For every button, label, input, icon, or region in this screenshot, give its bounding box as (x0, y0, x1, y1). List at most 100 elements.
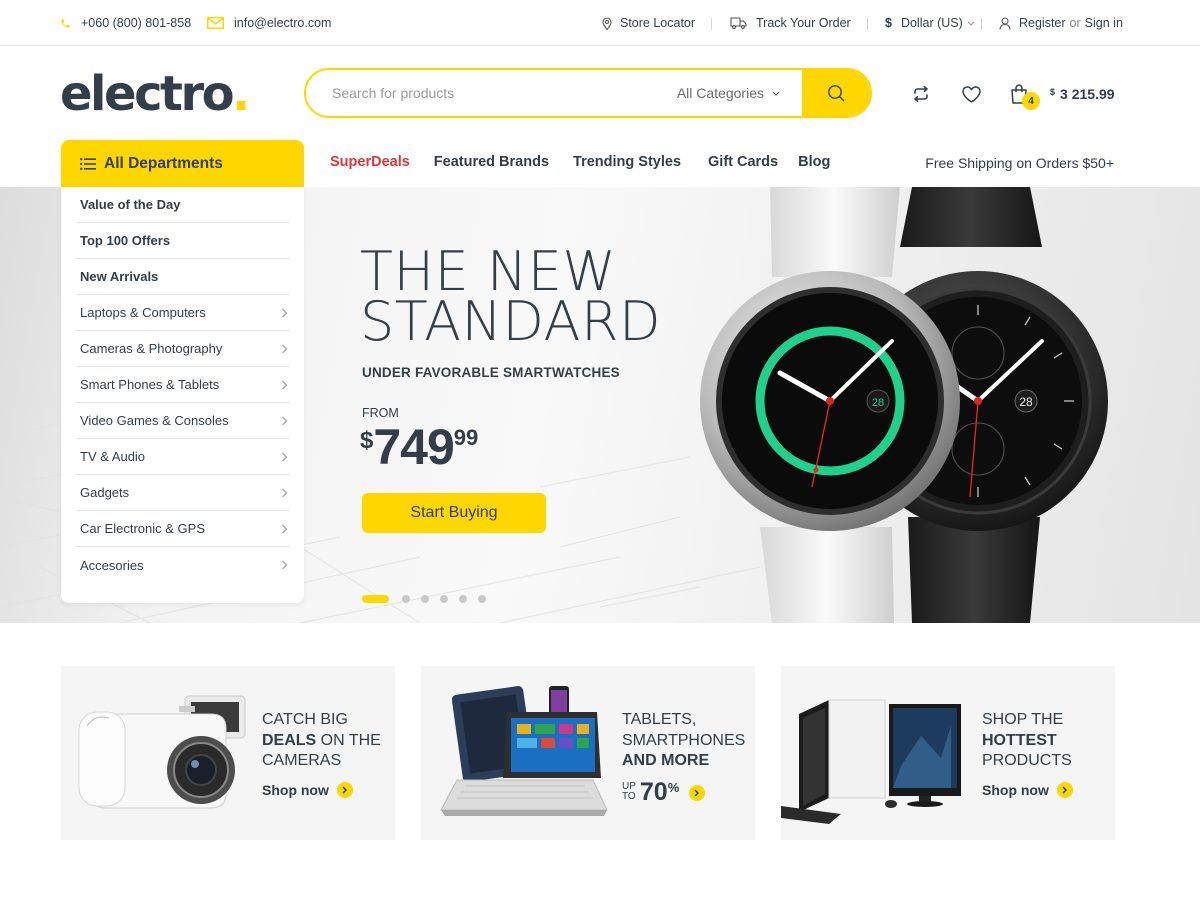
nav-link-blog[interactable]: Blog (798, 154, 830, 170)
divider (867, 18, 868, 30)
chevron-right-icon (282, 560, 288, 570)
chevron-right-icon (282, 380, 288, 389)
department-label: Value of the Day (80, 197, 181, 212)
promo-hottest-highlight: HOTTEST (982, 731, 1057, 749)
nav-link-gift-cards[interactable]: Gift Cards (708, 154, 778, 170)
department-label: Laptops & Computers (80, 305, 206, 320)
nav-link-featured-brands[interactable]: Featured Brands (434, 154, 549, 170)
promo-cameras-line-3: CAMERAS (262, 752, 342, 769)
cart-total[interactable]: $ 3 215.99 (1050, 86, 1115, 102)
logo-dot: . (232, 66, 250, 122)
phone-number: +060 (800) 801-858 (81, 16, 192, 30)
shop-now-label: Shop now (982, 782, 1049, 798)
store-locator-link[interactable]: Store Locator (602, 0, 695, 46)
search-button[interactable] (802, 70, 870, 116)
promo-hottest-line-1: SHOP THE (982, 711, 1064, 728)
department-label: New Arrivals (80, 269, 159, 284)
slider-dot-4[interactable] (440, 595, 448, 603)
shop-now-link[interactable]: Shop now (262, 782, 353, 798)
promo-hottest-text: SHOP THE HOTTEST PRODUCTS (982, 710, 1072, 772)
search-bar: All Categories (304, 68, 872, 118)
sign-in-link[interactable]: Sign in (1085, 16, 1123, 30)
currency-selector[interactable]: $ Dollar (US) (885, 0, 975, 46)
currency-label: Dollar (US) (900, 16, 963, 30)
watch-date-left: 28 (872, 397, 884, 409)
promo-upto-label: UP TO (622, 782, 636, 802)
department-item[interactable]: Accesories (76, 547, 290, 583)
department-item[interactable]: TV & Audio (76, 439, 290, 475)
hero-price-integer: 749 (373, 419, 454, 475)
slider-dots (362, 595, 497, 603)
email-address: info@electro.com (234, 16, 332, 30)
email-contact[interactable]: info@electro.com (207, 0, 331, 46)
departments-menu: Value of the Day Top 100 Offers New Arriva… (61, 187, 304, 603)
register-link[interactable]: Register (1019, 16, 1066, 30)
shop-now-link[interactable]: Shop now (982, 782, 1073, 798)
store-locator-label: Store Locator (620, 16, 696, 30)
chevron-right-icon[interactable] (689, 785, 706, 801)
department-item[interactable]: Cameras & Photography (76, 331, 290, 367)
promo-tablets-highlight: AND MORE (622, 752, 710, 769)
department-item[interactable]: Laptops & Computers (76, 295, 290, 331)
track-order-label: Track Your Order (756, 16, 851, 30)
department-item[interactable]: New Arrivals (76, 259, 290, 295)
site-logo[interactable]: electro. (60, 66, 250, 122)
department-label: Top 100 Offers (80, 233, 171, 248)
compare-button[interactable] (910, 82, 932, 106)
slider-dot-1[interactable] (362, 595, 389, 603)
promo-cameras[interactable]: CATCH BIG DEALS ON THE CAMERAS Shop now (61, 666, 395, 840)
promo-percent-value: 70 (639, 778, 668, 806)
nav-link-superdeals[interactable]: SuperDeals (330, 154, 410, 170)
cart-total-value: 3 215.99 (1060, 86, 1115, 102)
department-item[interactable]: Car Electronic & GPS (76, 511, 290, 547)
department-label: TV & Audio (80, 449, 146, 464)
search-icon (828, 85, 845, 102)
hero-subtitle: UNDER FAVORABLE SMARTWATCHES (362, 365, 620, 380)
promo-cameras-highlight: DEALS (262, 731, 317, 749)
slider-dot-6[interactable] (478, 595, 486, 603)
phone-contact[interactable]: +060 (800) 801-858 (60, 0, 191, 46)
free-shipping-notice: Free Shipping on Orders $50+ (925, 155, 1114, 171)
category-select-value: All Categories (676, 85, 764, 101)
department-label: Gadgets (80, 485, 130, 500)
logo-text: electro (60, 66, 235, 122)
chevron-right-icon (282, 452, 288, 461)
promo-tablets[interactable]: TABLETS, SMARTPHONES AND MORE UP TO 70 % (421, 666, 755, 840)
department-item[interactable]: Video Games & Consoles (76, 403, 290, 439)
hero-title-line-2: STANDARD (360, 290, 662, 353)
department-label: Accesories (80, 557, 144, 573)
department-item[interactable]: Gadgets (76, 475, 290, 511)
slider-dot-5[interactable] (459, 595, 467, 603)
start-buying-button[interactable]: Start Buying (362, 493, 546, 533)
or-text: or (1069, 16, 1081, 30)
all-departments-button[interactable]: All Departments (61, 140, 304, 187)
slider-dot-2[interactable] (402, 595, 410, 603)
promo-hottest[interactable]: SHOP THE HOTTEST PRODUCTS Shop now (781, 666, 1115, 840)
department-label: Smart Phones & Tablets (80, 377, 220, 392)
all-departments-label: All Departments (104, 154, 223, 172)
department-label: Cameras & Photography (80, 341, 223, 356)
chevron-right-icon (282, 308, 288, 317)
wishlist-button[interactable] (960, 82, 982, 106)
upto-to: TO (622, 791, 636, 802)
cart-count-badge: 4 (1022, 92, 1040, 110)
hero-from-label: FROM (362, 406, 399, 420)
mail-icon (207, 17, 224, 29)
nav-link-trending-styles[interactable]: Trending Styles (573, 154, 681, 170)
camera-image (78, 695, 246, 809)
shop-now-label: Shop now (262, 782, 329, 798)
department-item[interactable]: Smart Phones & Tablets (76, 367, 290, 403)
chevron-down-icon (967, 21, 975, 26)
track-order-link[interactable]: Track Your Order (730, 0, 851, 46)
tablet-laptop-image (440, 686, 608, 816)
chevron-right-icon (1056, 782, 1073, 798)
department-label: Video Games & Consoles (80, 413, 229, 428)
search-input[interactable] (306, 70, 677, 116)
department-item[interactable]: Top 100 Offers (76, 223, 290, 259)
promo-tablets-text: TABLETS, SMARTPHONES AND MORE (622, 710, 745, 772)
hero-title: THE NEW STANDARD (360, 245, 662, 353)
category-select[interactable]: All Categories (677, 70, 802, 116)
department-item[interactable]: Value of the Day (76, 187, 290, 223)
compare-icon (914, 86, 928, 102)
slider-dot-3[interactable] (421, 595, 429, 603)
